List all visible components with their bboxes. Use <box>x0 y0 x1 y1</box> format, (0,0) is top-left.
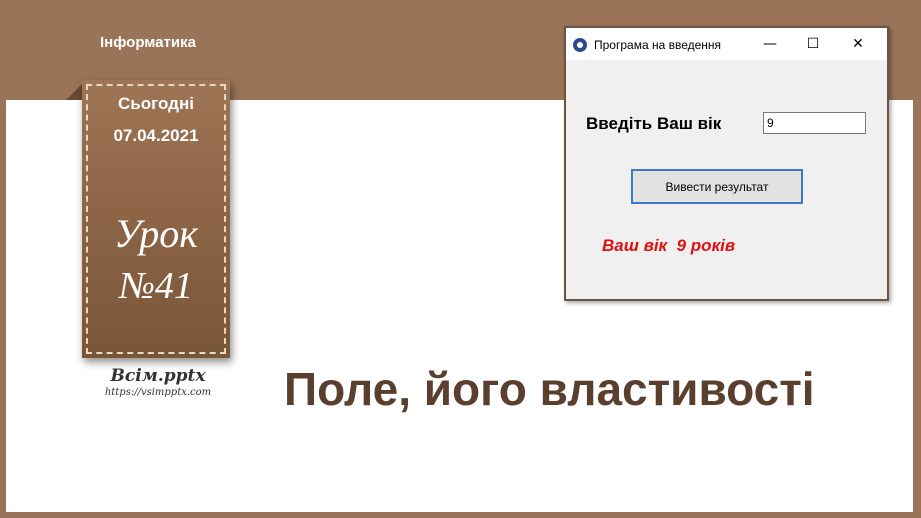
app-icon <box>573 38 587 52</box>
close-button[interactable]: ✕ <box>843 32 873 56</box>
window-titlebar[interactable]: Програма на введення — ☐ ✕ <box>566 28 887 60</box>
show-result-button[interactable]: Вивести результат <box>631 169 803 204</box>
logo-name: Всім.pptx <box>110 366 206 386</box>
lesson-label: Урок <box>113 211 199 256</box>
age-label: Введіть Ваш вік <box>586 114 722 133</box>
result-text: Ваш вік 9 років <box>602 236 736 255</box>
app-window: Програма на введення — ☐ ✕ Введіть Ваш в… <box>564 26 889 301</box>
logo-url: https://vsimpptx.com <box>104 387 212 398</box>
site-logo: Всім.pptx https://vsimpptx.com <box>98 366 218 398</box>
maximize-button[interactable]: ☐ <box>798 32 828 56</box>
minimize-button[interactable]: — <box>755 32 785 56</box>
window-title: Програма на введення <box>594 38 722 52</box>
subject-label: Інформатика <box>100 34 196 51</box>
lesson-date: 07.04.2021 <box>113 126 199 145</box>
slide-title: Поле, його властивості <box>284 363 815 415</box>
lesson-number: №41 <box>119 265 193 307</box>
today-label: Сьогодні <box>118 94 194 113</box>
age-input[interactable] <box>763 112 866 134</box>
date-ribbon: Сьогодні 07.04.2021 Урок №41 <box>82 80 230 358</box>
